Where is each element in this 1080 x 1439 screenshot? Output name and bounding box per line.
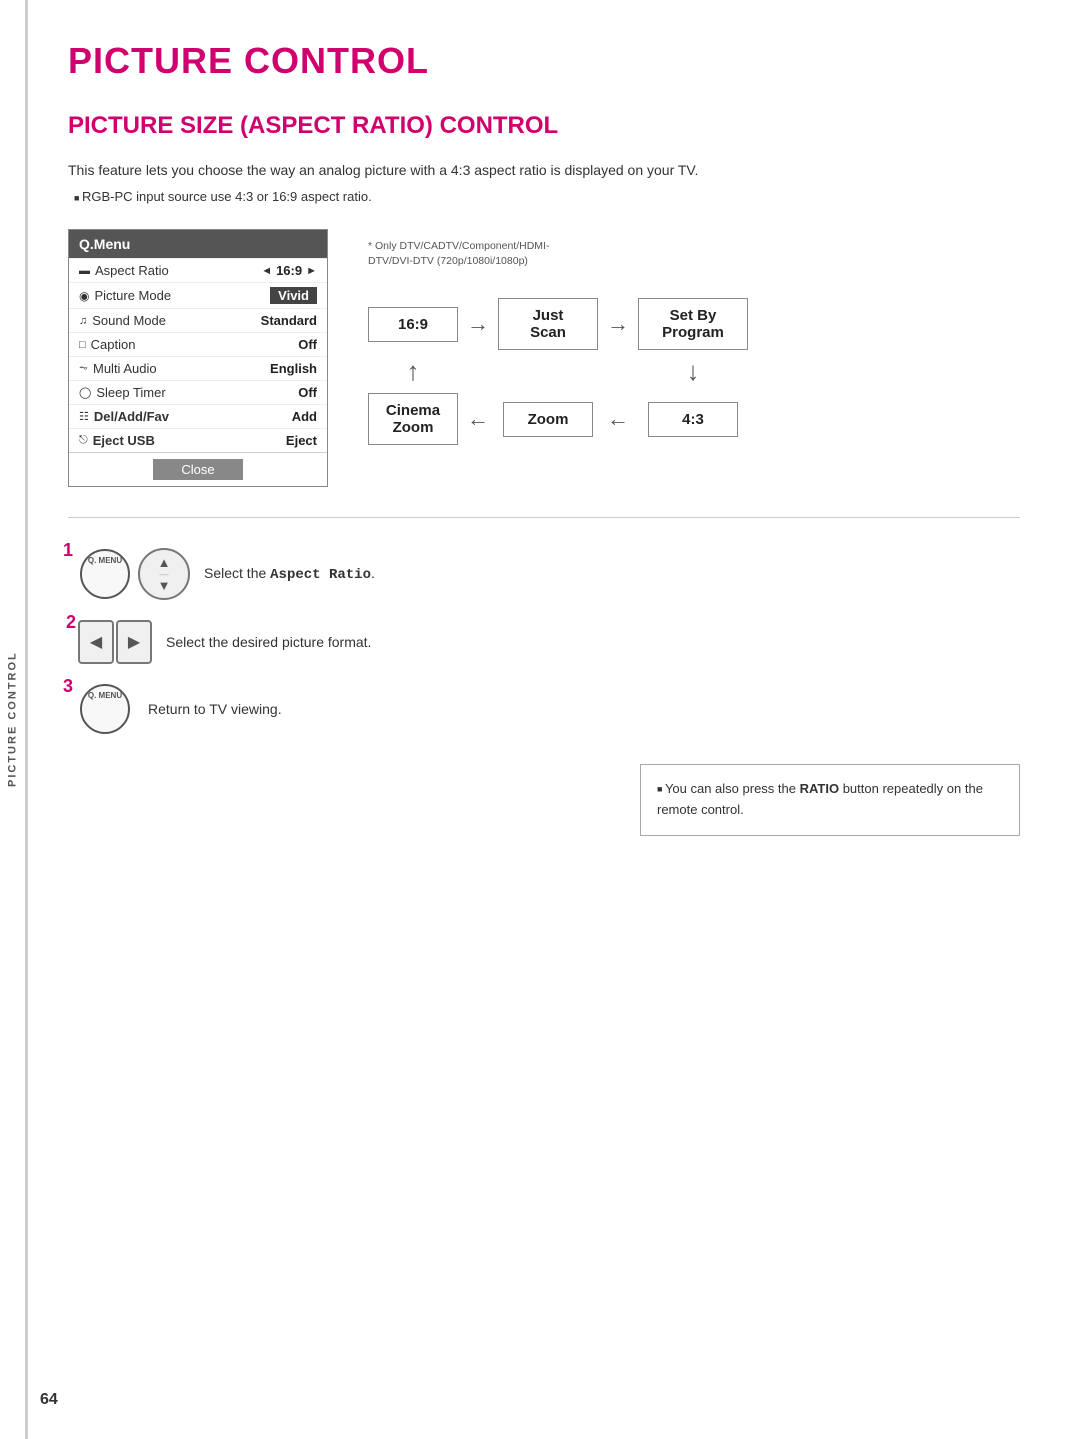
right-arrow-btn: ▶ (116, 620, 152, 664)
step-2-number: 2 (66, 612, 76, 633)
aspect-ratio-label: Aspect Ratio (95, 263, 169, 278)
flow-note-line1: * Only DTV/CADTV/Component/HDMI- (368, 240, 549, 252)
step-3-icons: 3 Q. MENU (68, 684, 134, 734)
qmenu-label-eject: ⎋ Eject USB (79, 433, 155, 448)
step-1-icons: 1 Q. MENU ▲ ― ▼ (68, 548, 190, 600)
qmenu-label-sound: ♫ Sound Mode (79, 313, 166, 328)
sound-mode-icon: ♫ (79, 315, 87, 327)
qmenu-header: Q.Menu (69, 230, 327, 258)
flow-arrow-down: ↓ (687, 350, 700, 393)
step-1-text: Select the Aspect Ratio. (204, 563, 375, 586)
page-number: 64 (40, 1391, 58, 1409)
flow-note: * Only DTV/CADTV/Component/HDMI- DTV/DVI… (368, 239, 1020, 268)
sleep-timer-icon: ◯ (79, 386, 91, 399)
flow-arrow-right-1: → (467, 311, 489, 337)
del-add-fav-icon: ☷ (79, 410, 89, 423)
qmenu-label-del: ☷ Del/Add/Fav (79, 409, 169, 424)
step-2-text: Select the desired picture format. (166, 632, 371, 653)
qmenu-close-button[interactable]: Close (153, 459, 242, 480)
arrow-right-icon: ► (306, 265, 317, 277)
intro-bullet: RGB-PC input source use 4:3 or 16:9 aspe… (74, 189, 1020, 204)
page-title: PICTURE CONTROL (68, 40, 1020, 82)
qmenu-value-eject: Eject (286, 433, 317, 448)
qmenu-row-picture-mode: ◉ Picture Mode Vivid (69, 282, 327, 308)
flow-box-just-scan: Just Scan (498, 298, 598, 350)
step-3-number: 3 (63, 676, 73, 697)
multi-audio-label: Multi Audio (93, 361, 157, 376)
tip-box: You can also press the RATIO button repe… (640, 764, 1020, 836)
aspect-ratio-value: 16:9 (276, 263, 302, 278)
step-1-row: 1 Q. MENU ▲ ― ▼ (68, 548, 1020, 600)
picture-mode-label: Picture Mode (94, 288, 171, 303)
flow-arrow-up: ↑ (407, 350, 420, 393)
qmenu-label-aspect: ▬ Aspect Ratio (79, 263, 169, 278)
flow-box-zoom: Zoom (503, 402, 593, 437)
left-arrow-btn: ◀ (78, 620, 114, 664)
step-1-number: 1 (63, 540, 73, 561)
qmenu-value-sleep: Off (298, 385, 317, 400)
qmenu-row-caption: □ Caption Off (69, 332, 327, 356)
aspect-ratio-icon: ▬ (79, 265, 90, 277)
qmenu-value-aspect: ◄ 16:9 ► (261, 263, 317, 278)
step-3-row: 3 Q. MENU Return to TV viewing. (68, 684, 1020, 734)
step-2-icons: 2 ◀ ▶ (68, 620, 152, 664)
qmenu-row-sleep-timer: ◯ Sleep Timer Off (69, 380, 327, 404)
flow-arrow-left-1: ← (467, 406, 489, 432)
flow-grid: 16:9 → Just Scan → Set By Program ↑ ↓ Ci… (368, 298, 1020, 445)
qmenu-label-step1: Q. MENU (88, 556, 122, 566)
flow-box-set-by-program: Set By Program (638, 298, 748, 350)
section-divider (68, 517, 1020, 518)
qmenu-row-sound-mode: ♫ Sound Mode Standard (69, 308, 327, 332)
flow-box-16-9: 16:9 (368, 307, 458, 342)
flow-arrow-left-2: ← (607, 406, 629, 432)
flow-box-cinema-zoom: Cinema Zoom (368, 393, 458, 445)
flow-note-line2: DTV/DVI-DTV (720p/1080i/1080p) (368, 255, 528, 267)
step-2-row: 2 ◀ ▶ Select the desired picture format. (68, 620, 1020, 664)
section-title: PICTURE SIZE (ASPECT RATIO) CONTROL (68, 112, 1020, 140)
nav-wheel-step1: ▲ ― ▼ (138, 548, 190, 600)
picture-mode-icon: ◉ (79, 289, 89, 303)
qmenu-value-del: Add (292, 409, 317, 424)
qmenu-close-row: Close (69, 452, 327, 486)
qmenu-button-step3: Q. MENU (80, 684, 130, 734)
qmenu-row-eject-usb: ⎋ Eject USB Eject (69, 428, 327, 452)
qmenu-label-picture: ◉ Picture Mode (79, 288, 171, 303)
qmenu-button-step1: Q. MENU (80, 549, 130, 599)
qmenu-box: Q.Menu ▬ Aspect Ratio ◄ 16:9 ► (68, 229, 328, 487)
flow-box-4-3: 4:3 (648, 402, 738, 437)
multi-audio-icon: ⏦ (79, 362, 88, 375)
qmenu-row-del-add-fav: ☷ Del/Add/Fav Add (69, 404, 327, 428)
eject-usb-icon: ⎋ (79, 434, 88, 447)
qmenu-label-caption: □ Caption (79, 337, 135, 352)
side-tab: PICTURE CONTROL (0, 0, 28, 1439)
qmenu-label-audio: ⏦ Multi Audio (79, 361, 157, 376)
eject-usb-label: Eject USB (93, 433, 155, 448)
lr-arrows-step2: ◀ ▶ (78, 620, 152, 664)
flow-arrow-right-2: → (607, 311, 629, 337)
arrow-left-icon: ◄ (261, 265, 272, 277)
flow-diagram: * Only DTV/CADTV/Component/HDMI- DTV/DVI… (368, 229, 1020, 445)
qmenu-value-caption: Off (298, 337, 317, 352)
qmenu-label-sleep: ◯ Sleep Timer (79, 385, 166, 400)
qmenu-value-audio: English (270, 361, 317, 376)
qmenu-row-aspect-ratio: ▬ Aspect Ratio ◄ 16:9 ► (69, 258, 327, 282)
diagram-area: Q.Menu ▬ Aspect Ratio ◄ 16:9 ► (68, 229, 1020, 487)
step-3-text: Return to TV viewing. (148, 699, 282, 720)
qmenu-value-sound: Standard (261, 313, 317, 328)
del-add-fav-label: Del/Add/Fav (94, 409, 169, 424)
qmenu-value-picture: Vivid (270, 287, 317, 304)
sound-mode-label: Sound Mode (92, 313, 166, 328)
intro-text: This feature lets you choose the way an … (68, 160, 1020, 181)
qmenu-label-step3: Q. MENU (88, 691, 122, 701)
caption-label: Caption (91, 337, 136, 352)
steps-section: 1 Q. MENU ▲ ― ▼ (68, 548, 1020, 734)
caption-icon: □ (79, 339, 86, 351)
sleep-timer-label: Sleep Timer (96, 385, 165, 400)
qmenu-row-multi-audio: ⏦ Multi Audio English (69, 356, 327, 380)
